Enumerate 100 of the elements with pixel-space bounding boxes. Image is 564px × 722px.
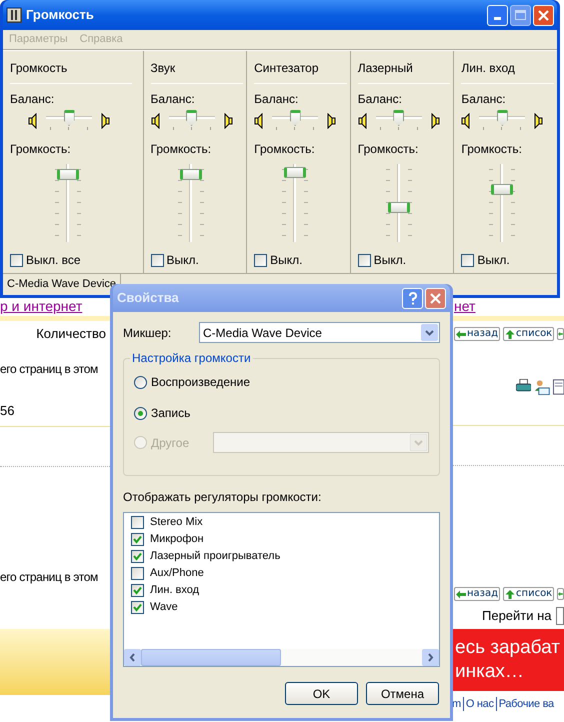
maximize-button[interactable] bbox=[510, 4, 531, 26]
nav-button[interactable]: назад bbox=[454, 327, 500, 341]
slider-thumb[interactable] bbox=[290, 110, 301, 126]
channel-name: Лин. вход bbox=[461, 60, 516, 77]
scroll-right-icon[interactable] bbox=[422, 649, 439, 666]
control-label[interactable]: Лин. вход bbox=[150, 584, 200, 597]
control-label[interactable]: Микрофон bbox=[150, 533, 204, 546]
balance-slider[interactable] bbox=[46, 110, 92, 132]
slider-thumb[interactable] bbox=[284, 166, 306, 178]
arrow-icon bbox=[505, 590, 516, 598]
page-link[interactable]: р и интернет bbox=[0, 298, 110, 314]
radio-label: Другое bbox=[151, 434, 190, 452]
control-label[interactable]: Aux/Phone bbox=[150, 567, 204, 580]
checkbox[interactable] bbox=[358, 254, 371, 266]
checkbox[interactable] bbox=[131, 584, 144, 597]
channel-name: Громкость bbox=[10, 60, 68, 77]
minimize-button[interactable] bbox=[487, 4, 508, 26]
nav-button[interactable]: список bbox=[503, 587, 554, 601]
help-icon bbox=[408, 292, 418, 304]
volume-label: Громкость: bbox=[358, 142, 420, 156]
dropdown-arrow-icon bbox=[410, 434, 427, 451]
printer-icon[interactable] bbox=[516, 379, 532, 393]
control-label[interactable]: Лазерный проигрыватель bbox=[150, 550, 280, 563]
checkbox[interactable] bbox=[10, 254, 23, 266]
page-input[interactable] bbox=[556, 607, 564, 625]
mute-label: Выкл. bbox=[477, 252, 510, 269]
volume-label: Громкость: bbox=[461, 142, 523, 156]
balance-slider[interactable] bbox=[376, 110, 422, 132]
radio-label: Воспроизведение bbox=[151, 374, 250, 391]
pages-text: его страниц в этом bbox=[0, 569, 99, 585]
arrow-icon bbox=[505, 330, 516, 338]
speaker-icon bbox=[326, 113, 336, 129]
checkbox[interactable] bbox=[461, 254, 474, 266]
slider-thumb[interactable] bbox=[57, 168, 80, 180]
dialog-button[interactable]: Отмена bbox=[366, 682, 439, 705]
slider-thumb[interactable] bbox=[64, 110, 74, 126]
document-icon[interactable] bbox=[552, 379, 564, 395]
slider-thumb[interactable] bbox=[180, 168, 202, 180]
dialog-button[interactable]: OK bbox=[285, 682, 358, 705]
speaker-icon bbox=[533, 113, 544, 129]
footer-link[interactable]: О нас bbox=[462, 697, 494, 711]
arrow-icon bbox=[456, 590, 466, 598]
slider-thumb[interactable] bbox=[496, 110, 508, 126]
checkbox[interactable] bbox=[131, 533, 144, 546]
control-label[interactable]: Wave bbox=[150, 601, 178, 614]
checkbox[interactable] bbox=[254, 254, 268, 266]
arrow-icon[interactable] bbox=[557, 328, 564, 340]
controls-label: Отображать регуляторы громкости: bbox=[123, 490, 322, 504]
scroll-left-icon[interactable] bbox=[124, 649, 141, 666]
close-button[interactable] bbox=[533, 4, 554, 26]
speaker-icon bbox=[150, 113, 161, 129]
checkbox[interactable] bbox=[131, 516, 144, 529]
help-button[interactable] bbox=[402, 288, 423, 308]
checkbox[interactable] bbox=[131, 601, 144, 614]
arrow-icon[interactable] bbox=[557, 588, 564, 600]
balance-label: Баланс: bbox=[10, 92, 56, 106]
volume-label: Громкость: bbox=[10, 142, 72, 156]
slider-thumb[interactable] bbox=[491, 184, 514, 196]
channel-name: Звук bbox=[150, 60, 176, 77]
page-link[interactable]: нет bbox=[452, 298, 476, 314]
banner-text: есь зарабат bbox=[455, 636, 561, 660]
balance-slider[interactable] bbox=[272, 110, 318, 132]
mixer-dropdown[interactable]: C-Media Wave Device bbox=[199, 322, 440, 343]
slider-thumb[interactable] bbox=[388, 202, 410, 213]
balance-label: Баланс: bbox=[358, 92, 403, 106]
arrow-icon bbox=[456, 330, 466, 338]
mute-label: Выкл. все bbox=[26, 252, 81, 269]
slider-thumb[interactable] bbox=[393, 110, 404, 126]
mute-label: Выкл. bbox=[270, 252, 302, 269]
checkbox[interactable] bbox=[131, 550, 144, 563]
close-button[interactable] bbox=[425, 288, 446, 308]
mixer-app-icon bbox=[6, 7, 22, 23]
mute-label: Выкл. bbox=[166, 252, 199, 269]
mute-label: Выкл. bbox=[374, 252, 406, 269]
horizontal-scrollbar[interactable] bbox=[124, 649, 439, 666]
balance-label: Баланс: bbox=[150, 92, 196, 106]
nav-button[interactable]: список bbox=[503, 327, 554, 341]
scroll-thumb[interactable] bbox=[141, 649, 281, 666]
checkbox[interactable] bbox=[150, 254, 164, 266]
footer-link[interactable]: m bbox=[452, 697, 461, 711]
slider-thumb[interactable] bbox=[186, 110, 198, 126]
page-number: 56 bbox=[0, 403, 16, 419]
radio-button[interactable] bbox=[134, 406, 147, 420]
control-label[interactable]: Stereo Mix bbox=[150, 516, 203, 529]
speaker-icon bbox=[254, 113, 264, 129]
radio-button[interactable] bbox=[134, 376, 147, 388]
pages-text: его страниц в этом bbox=[0, 361, 99, 377]
person-mail-icon[interactable] bbox=[534, 379, 550, 395]
banner-text: инках… bbox=[455, 660, 525, 684]
goto-label: Перейти на bbox=[482, 607, 552, 625]
balance-label: Баланс: bbox=[254, 92, 300, 106]
checkbox[interactable] bbox=[131, 567, 144, 580]
volume-label: Громкость: bbox=[150, 142, 212, 156]
nav-button[interactable]: назад bbox=[454, 587, 500, 601]
footer-link[interactable]: Рабочие ва bbox=[496, 697, 554, 711]
mixer-label: Микшер: bbox=[123, 324, 172, 342]
count-label: Количество bbox=[35, 326, 107, 342]
device-dropdown[interactable] bbox=[213, 432, 429, 453]
balance-label: Баланс: bbox=[461, 92, 507, 106]
close-icon bbox=[430, 292, 441, 304]
